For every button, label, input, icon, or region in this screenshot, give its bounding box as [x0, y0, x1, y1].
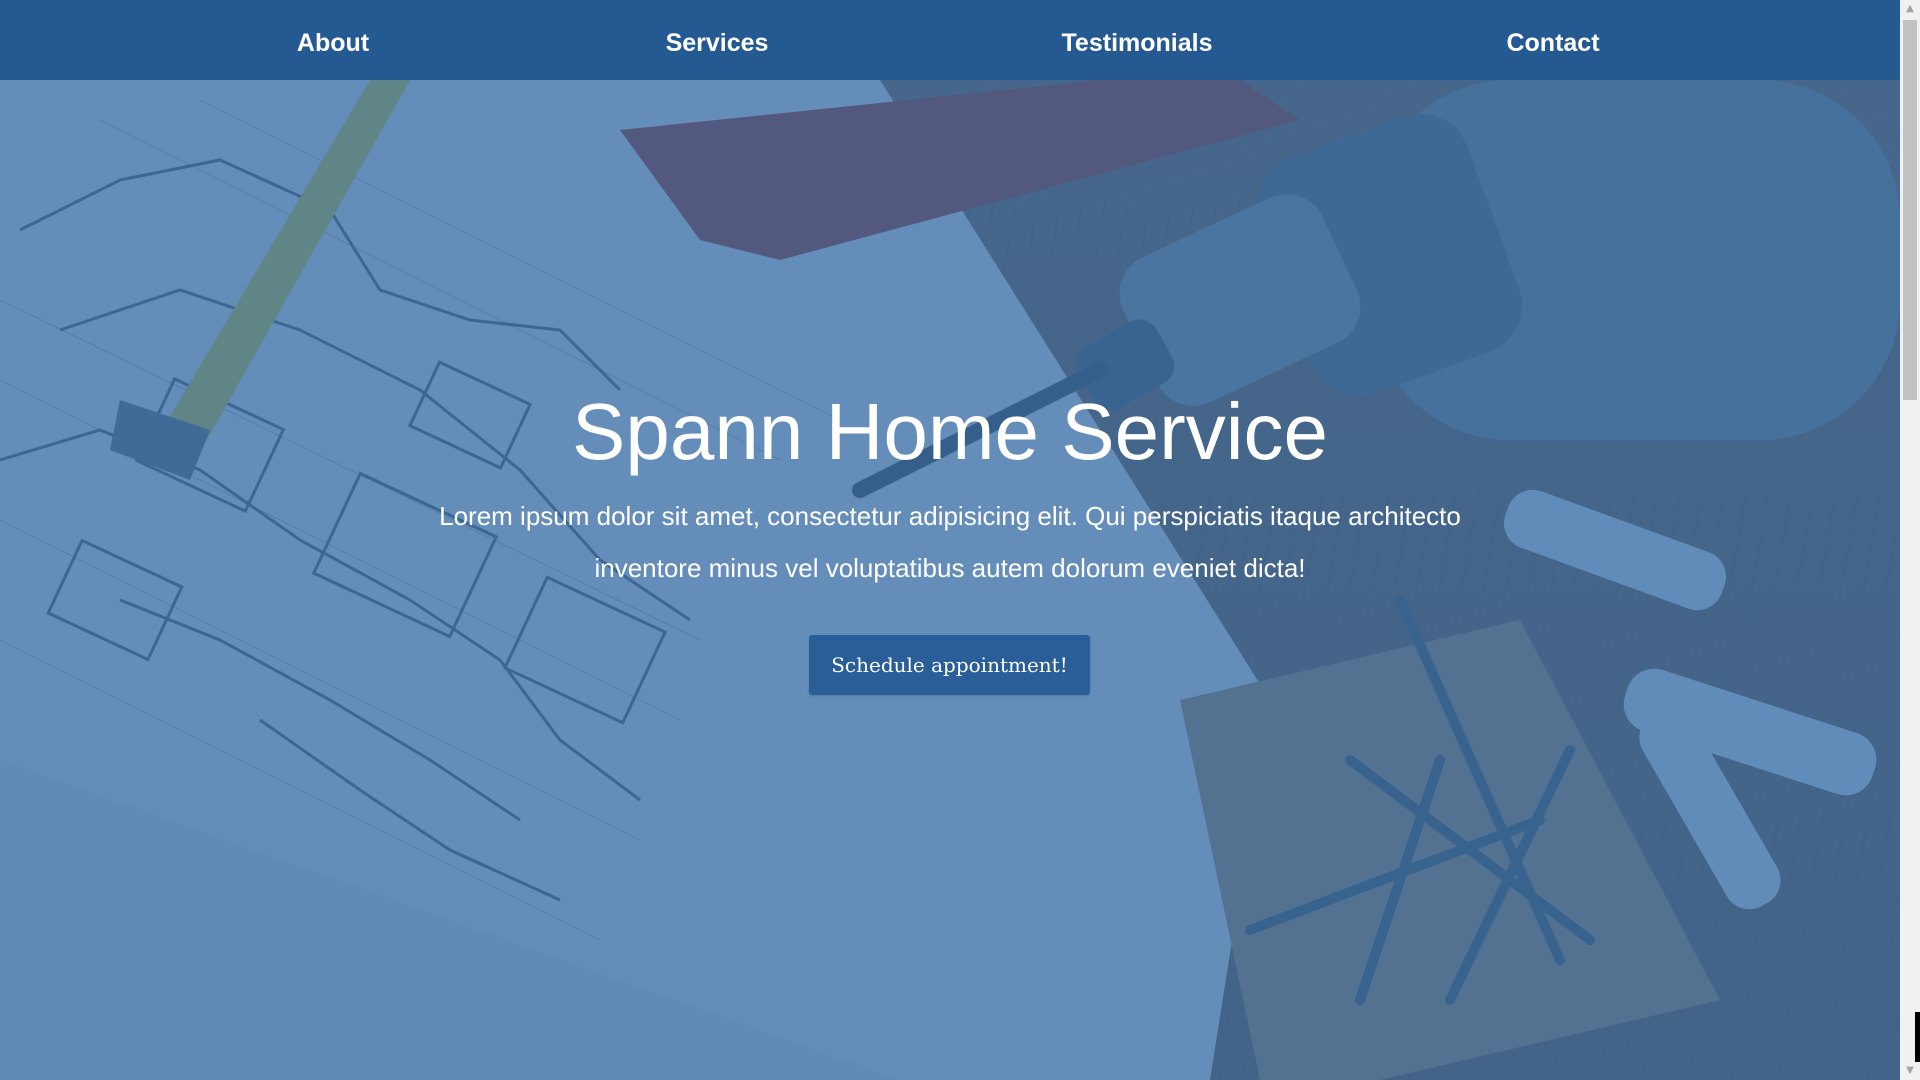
vertical-scrollbar[interactable]: ▲ ▼: [1900, 0, 1920, 1080]
hero-title: Spann Home Service: [572, 387, 1328, 476]
schedule-appointment-button[interactable]: Schedule appointment!: [809, 635, 1090, 695]
hero-subtitle: Lorem ipsum dolor sit amet, consectetur …: [439, 501, 1461, 583]
browser-viewport: About Services Testimonials Contact Span…: [0, 0, 1920, 1080]
scroll-up-arrow-icon[interactable]: ▲: [1900, 0, 1920, 18]
scrollbar-thumb[interactable]: [1903, 20, 1917, 400]
landing-page: About Services Testimonials Contact Span…: [0, 0, 1900, 1080]
scroll-down-arrow-icon[interactable]: ▼: [1900, 1062, 1920, 1080]
scrollbar-marker: [1915, 1012, 1920, 1062]
hero-section: Spann Home Service Lorem ipsum dolor sit…: [0, 0, 1900, 1080]
